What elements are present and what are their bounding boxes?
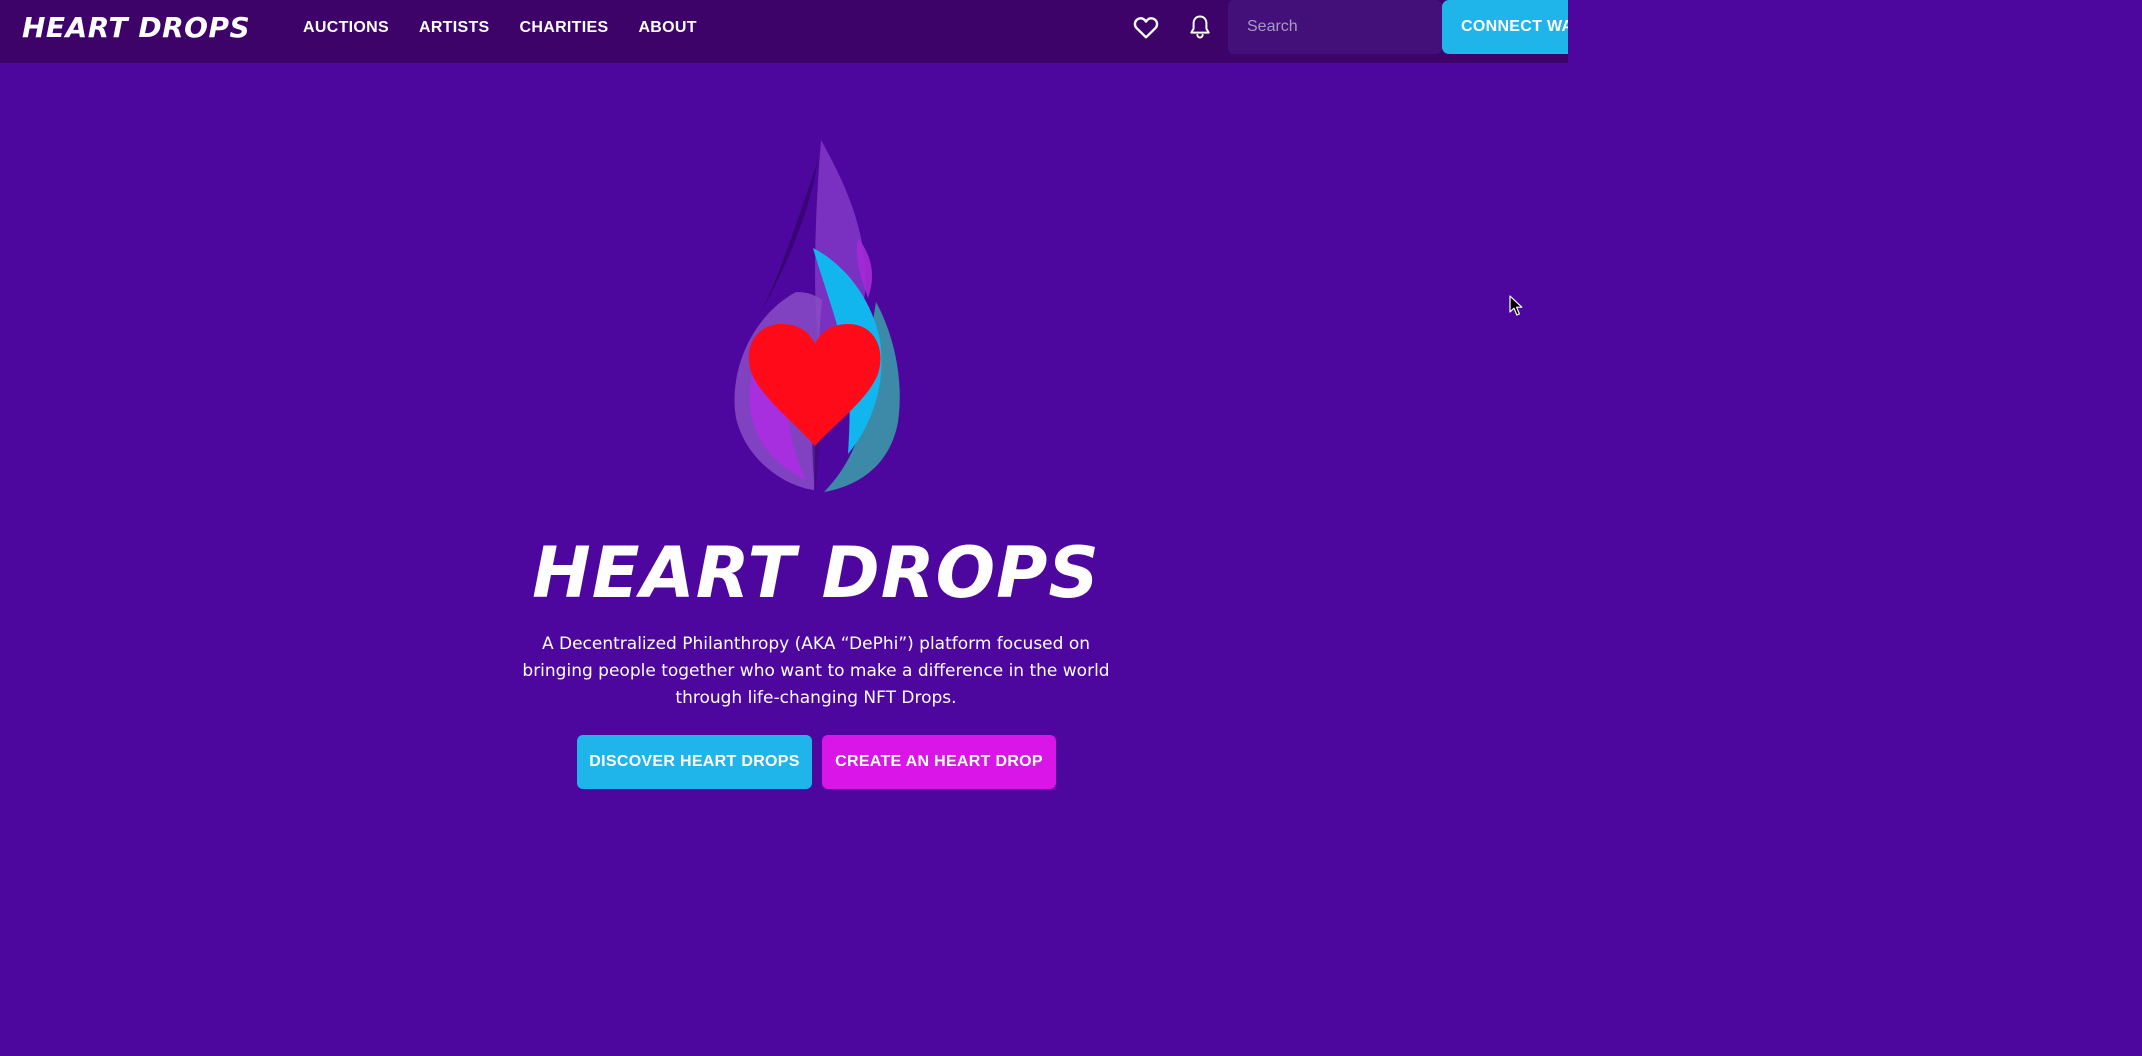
mouse-cursor-icon [1509,295,1523,316]
nav-link-about[interactable]: ABOUT [638,19,696,37]
top-navbar: HEART DROPS AUCTIONS ARTISTS CHARITIES A… [0,0,1568,63]
brand-logo-link[interactable]: HEART DROPS [22,10,250,46]
create-heart-drop-button[interactable]: CREATE AN HEART DROP [822,735,1056,789]
hero-description: A Decentralized Philanthropy (AKA “DePhi… [522,634,1110,708]
bell-icon [1190,15,1210,39]
heart-outline-icon [1133,17,1159,39]
notifications-button[interactable] [1186,13,1214,41]
search-box [1228,0,1442,54]
connect-wallet-label: CONNECT WA [1461,18,1568,35]
discover-heart-drops-button[interactable]: DISCOVER HEART DROPS [577,735,812,789]
favorites-button[interactable] [1132,13,1160,41]
hero-title: HEART DROPS [532,532,1100,614]
search-input[interactable] [1228,17,1439,37]
nav-link-auctions[interactable]: AUCTIONS [303,19,389,37]
flame-heart-logo [734,140,900,492]
nav-link-artists[interactable]: ARTISTS [419,19,490,37]
nav-link-charities[interactable]: CHARITIES [520,19,609,37]
main-nav: AUCTIONS ARTISTS CHARITIES ABOUT [303,0,697,56]
connect-wallet-button[interactable]: CONNECT WA [1442,0,1568,54]
